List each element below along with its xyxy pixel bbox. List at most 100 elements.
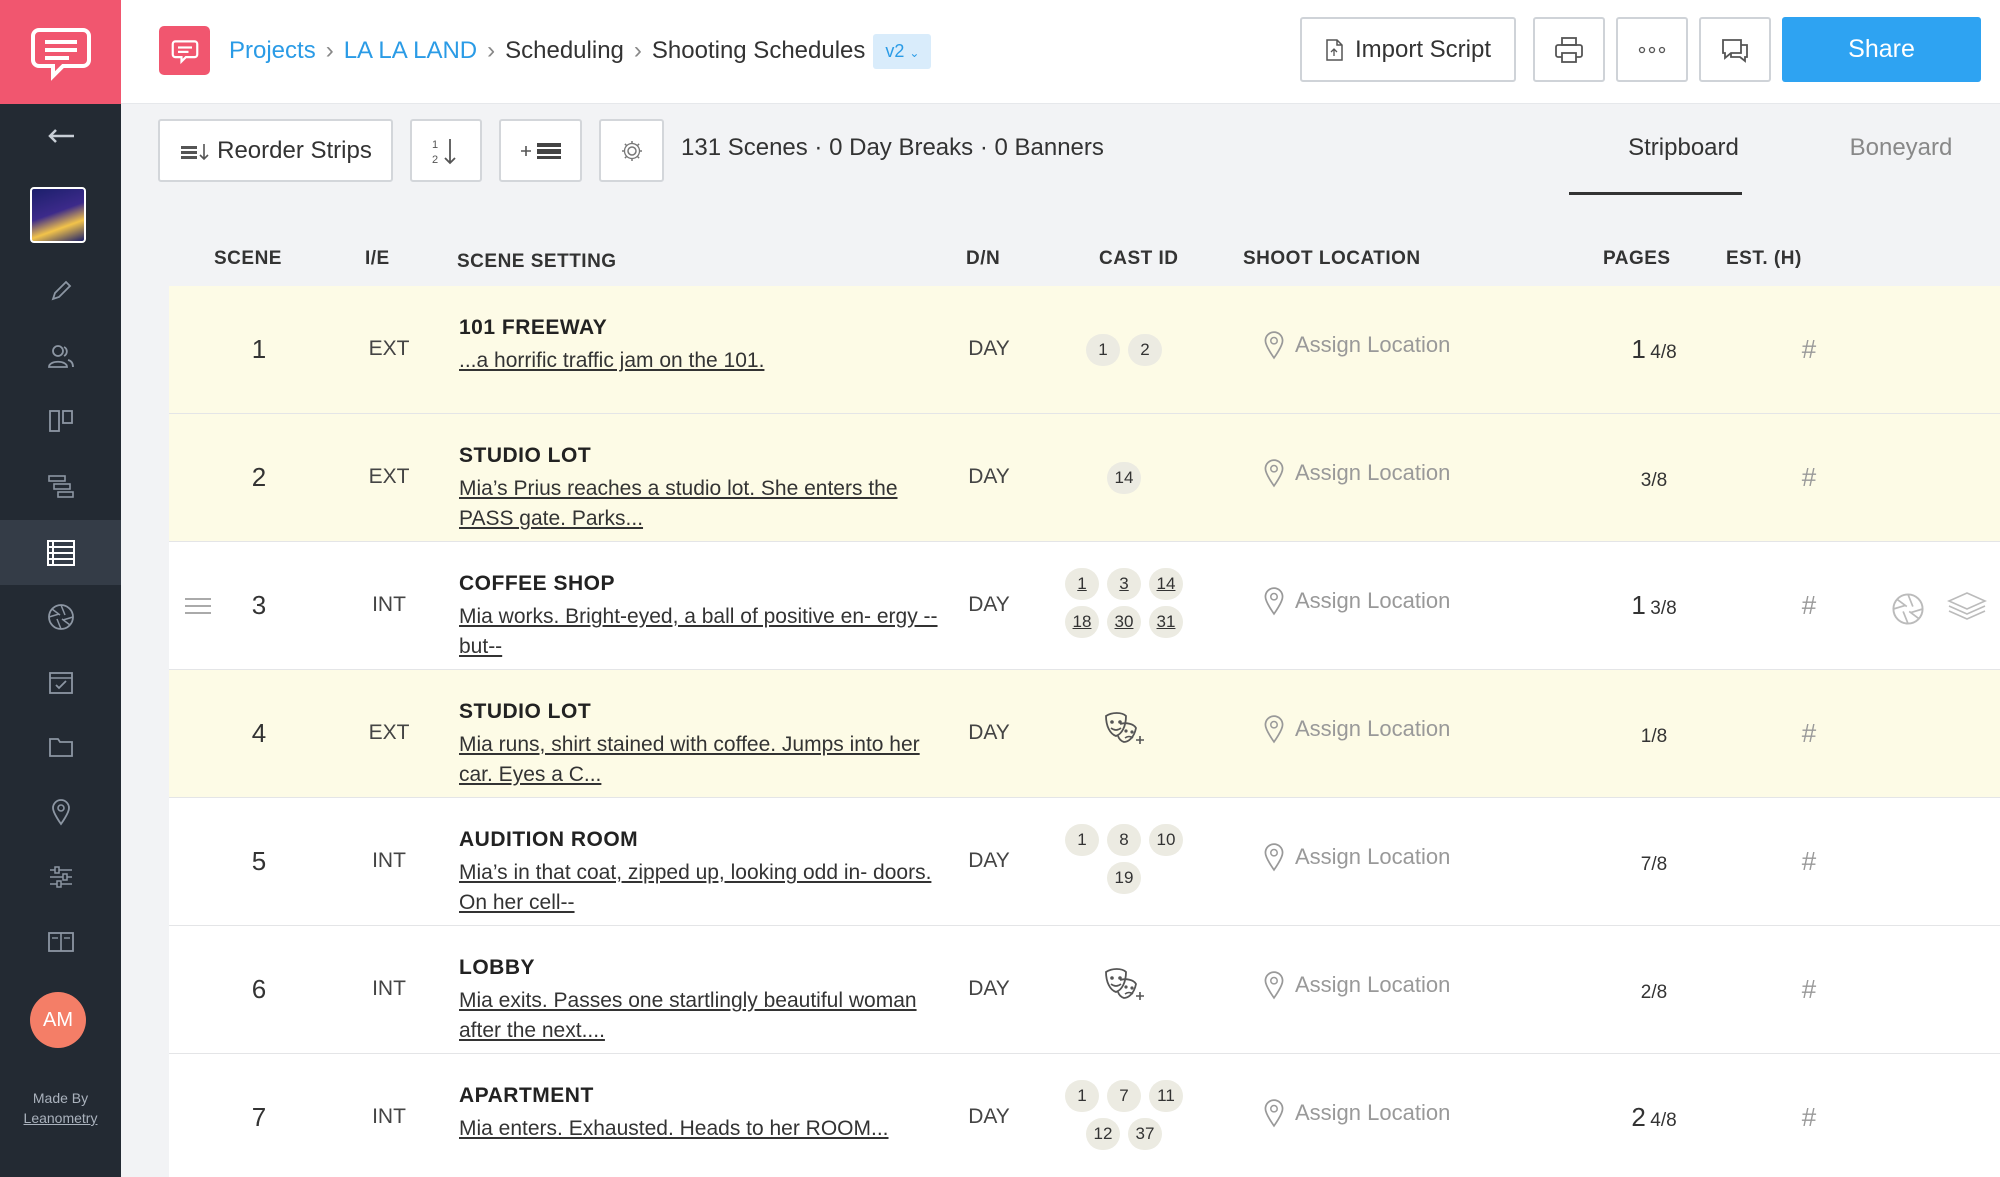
table-row[interactable]: 7 INT APARTMENT Mia enters. Exhausted. Head… xyxy=(169,1054,2000,1177)
table-row[interactable]: 3 INT COFFEE SHOP Mia works. Bright-eyed, a… xyxy=(169,542,2000,670)
version-dropdown[interactable]: v2 ⌄ xyxy=(873,33,932,69)
sidebar-item-timeline[interactable] xyxy=(0,453,121,518)
assign-location-link[interactable]: Assign Location xyxy=(1263,1098,1450,1128)
import-script-button[interactable]: Import Script xyxy=(1300,17,1516,82)
table-row[interactable]: 2 EXT STUDIO LOT Mia’s Prius reaches a stud… xyxy=(169,414,2000,542)
tab-stripboard[interactable]: Stripboard xyxy=(1597,134,1770,162)
cast-chip[interactable]: 1 xyxy=(1086,334,1120,366)
estimate-hours-input[interactable]: # xyxy=(1789,718,1829,749)
back-button[interactable] xyxy=(0,103,121,168)
sidebar-item-settings[interactable] xyxy=(0,844,121,909)
breadcrumb-scheduling[interactable]: Scheduling xyxy=(505,37,624,65)
user-avatar[interactable]: AM xyxy=(30,992,86,1048)
calendar-check-icon xyxy=(48,671,73,694)
table-row[interactable]: 5 INT AUDITION ROOM Mia’s in that coat, zip… xyxy=(169,798,2000,926)
sidebar-item-locations[interactable] xyxy=(0,779,121,844)
location-pin-icon xyxy=(1264,715,1284,744)
sidebar-item-storyboard[interactable] xyxy=(0,388,121,453)
estimate-hours-input[interactable]: # xyxy=(1789,1102,1829,1133)
col-pages[interactable]: PAGES xyxy=(1603,248,1671,270)
location-pin-icon xyxy=(1264,843,1284,872)
cast-chip[interactable]: 1 xyxy=(1065,568,1099,600)
scene-description-link[interactable]: Mia’s Prius reaches a studio lot. She en… xyxy=(459,474,939,534)
cast-chip[interactable]: 14 xyxy=(1107,462,1141,494)
cast-chip[interactable]: 8 xyxy=(1107,824,1141,856)
brand-link[interactable]: Leanometry xyxy=(0,1108,121,1128)
estimate-hours-input[interactable]: # xyxy=(1789,846,1829,877)
cast-chip[interactable]: 19 xyxy=(1107,862,1141,894)
cast-chip[interactable]: 3 xyxy=(1107,568,1141,600)
sliders-icon xyxy=(49,865,72,888)
col-cast-id[interactable]: CAST ID xyxy=(1099,248,1179,270)
aperture-icon[interactable] xyxy=(1891,592,1925,626)
col-scene[interactable]: SCENE xyxy=(214,248,282,270)
breadcrumb-projects[interactable]: Projects xyxy=(229,37,316,65)
settings-button[interactable] xyxy=(599,119,664,182)
cast-chip[interactable]: 18 xyxy=(1065,606,1099,638)
sidebar-item-calendar[interactable] xyxy=(0,649,121,714)
cast-chip[interactable]: 1 xyxy=(1065,824,1099,856)
cast-chip[interactable]: 10 xyxy=(1149,824,1183,856)
estimate-hours-input[interactable]: # xyxy=(1789,334,1829,365)
cast-chip[interactable]: 14 xyxy=(1149,568,1183,600)
add-cast-masks-icon[interactable] xyxy=(1102,966,1146,1002)
scene-description-link[interactable]: ...a horrific traffic jam on the 101. xyxy=(459,346,939,376)
project-icon[interactable] xyxy=(159,26,210,75)
assign-location-link[interactable]: Assign Location xyxy=(1263,970,1450,1000)
project-thumbnail[interactable] xyxy=(30,187,86,243)
cast-chip[interactable]: 37 xyxy=(1128,1118,1162,1150)
reorder-strips-button[interactable]: Reorder Strips xyxy=(158,119,393,182)
table-row[interactable]: 1 EXT 101 FREEWAY ...a horrific traffic jam… xyxy=(169,286,2000,414)
assign-location-link[interactable]: Assign Location xyxy=(1263,458,1450,488)
cast-chip[interactable]: 7 xyxy=(1107,1080,1141,1112)
version-label: v2 xyxy=(885,40,905,61)
assign-location-link[interactable]: Assign Location xyxy=(1263,586,1450,616)
comments-button[interactable] xyxy=(1699,17,1771,82)
scene-description-link[interactable]: Mia enters. Exhausted. Heads to her ROOM… xyxy=(459,1114,939,1144)
printer-icon xyxy=(1555,36,1583,63)
sidebar-item-script[interactable] xyxy=(0,258,121,323)
table-row[interactable]: 6 INT LOBBY Mia exits. Passes one startling… xyxy=(169,926,2000,1054)
col-scene-setting[interactable]: SCENE SETTING xyxy=(457,251,617,273)
app-logo[interactable] xyxy=(0,0,121,104)
cast-chip[interactable]: 2 xyxy=(1128,334,1162,366)
assign-location-link[interactable]: Assign Location xyxy=(1263,842,1450,872)
cast-chip[interactable]: 31 xyxy=(1149,606,1183,638)
cast-chip[interactable]: 30 xyxy=(1107,606,1141,638)
cast-chip[interactable]: 11 xyxy=(1149,1080,1183,1112)
layers-icon[interactable] xyxy=(1947,590,1987,624)
more-options-button[interactable] xyxy=(1616,17,1688,82)
col-dn[interactable]: D/N xyxy=(966,248,1000,270)
scene-description-link[interactable]: Mia works. Bright-eyed, a ball of positi… xyxy=(459,602,939,662)
col-shoot-location[interactable]: SHOOT LOCATION xyxy=(1243,248,1421,270)
scene-description-link[interactable]: Mia’s in that coat, zipped up, looking o… xyxy=(459,858,939,918)
estimate-hours-input[interactable]: # xyxy=(1789,462,1829,493)
chat-logo-icon xyxy=(30,28,91,81)
scene-setting: STUDIO LOT Mia runs, shirt stained with c… xyxy=(459,700,939,790)
sidebar-item-guide[interactable] xyxy=(0,909,121,974)
made-by-credit: Made By Leanometry xyxy=(0,1088,121,1128)
sidebar-item-characters[interactable] xyxy=(0,323,121,388)
col-ie[interactable]: I/E xyxy=(365,248,390,270)
sidebar-item-shot-list[interactable] xyxy=(0,584,121,649)
estimate-hours-input[interactable]: # xyxy=(1789,974,1829,1005)
estimate-hours-input[interactable]: # xyxy=(1789,590,1829,621)
breadcrumb-project[interactable]: LA LA LAND xyxy=(344,37,477,65)
sort-button[interactable]: 12 xyxy=(410,119,482,182)
drag-handle[interactable] xyxy=(185,598,211,619)
assign-location-link[interactable]: Assign Location xyxy=(1263,714,1450,744)
assign-location-link[interactable]: Assign Location xyxy=(1263,330,1450,360)
print-button[interactable] xyxy=(1533,17,1605,82)
sidebar-item-stripboard[interactable] xyxy=(0,520,121,585)
sidebar-item-files[interactable] xyxy=(0,714,121,779)
add-strip-button[interactable] xyxy=(499,119,582,182)
scene-description-link[interactable]: Mia exits. Passes one startlingly beauti… xyxy=(459,986,939,1046)
cast-chip[interactable]: 1 xyxy=(1065,1080,1099,1112)
scene-description-link[interactable]: Mia runs, shirt stained with coffee. Jum… xyxy=(459,730,939,790)
add-cast-masks-icon[interactable] xyxy=(1102,710,1146,746)
tab-boneyard[interactable]: Boneyard xyxy=(1811,134,1991,162)
share-button[interactable]: Share xyxy=(1782,17,1981,82)
col-est-hours[interactable]: EST. (H) xyxy=(1726,248,1802,270)
cast-chip[interactable]: 12 xyxy=(1086,1118,1120,1150)
table-row[interactable]: 4 EXT STUDIO LOT Mia runs, shirt stained wi… xyxy=(169,670,2000,798)
